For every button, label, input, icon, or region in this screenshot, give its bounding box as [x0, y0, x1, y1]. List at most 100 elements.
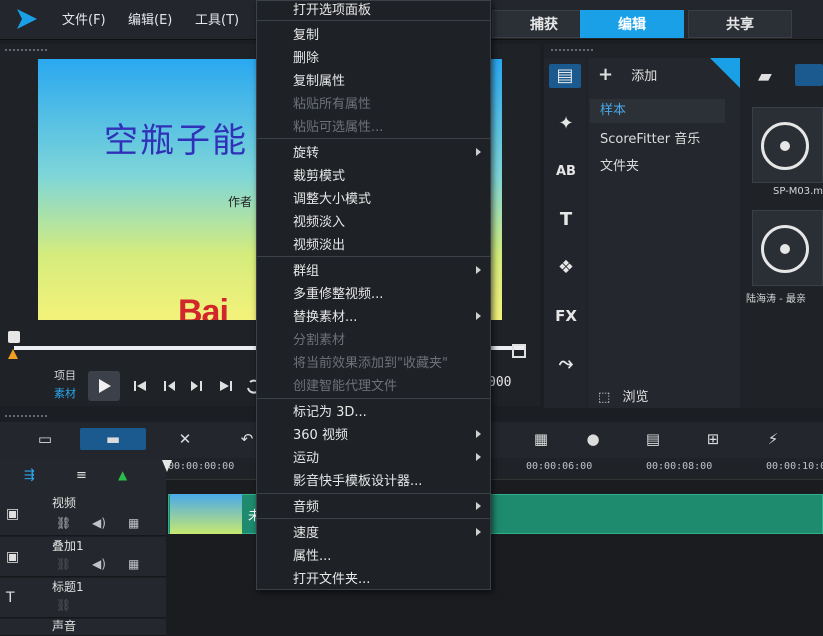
volume-icon[interactable]: ◀)	[92, 516, 106, 530]
submenu-arrow-icon	[476, 148, 481, 156]
add-folder-button[interactable]: + 添加	[598, 64, 657, 85]
next-frame-button[interactable]	[186, 376, 206, 396]
instant-project-icon[interactable]: ✦	[554, 112, 578, 136]
menu-edit[interactable]: 编辑(E)	[128, 9, 172, 28]
go-to-start-button[interactable]	[130, 376, 150, 396]
audio-disc-icon	[761, 122, 809, 170]
tab-share[interactable]: 共享	[688, 10, 792, 38]
mode-project[interactable]: 项目	[54, 367, 76, 383]
context-menu-item[interactable]: 视频淡入	[293, 211, 345, 230]
library-grip[interactable]	[550, 48, 594, 52]
clip-thumbnail	[170, 494, 242, 534]
step-forward-icon	[191, 381, 202, 391]
context-menu-item[interactable]: 影音快手模板设计器...	[293, 470, 422, 489]
track-video[interactable]: ▣ 视频 ⛓ ◀) ▦	[0, 494, 166, 536]
context-menu-item[interactable]: 裁剪模式	[293, 165, 345, 184]
context-menu-item[interactable]: 替换素材...	[293, 306, 357, 325]
overlay-track-icon: ▣	[6, 549, 20, 565]
context-menu-item[interactable]: 复制	[293, 24, 319, 43]
menu-file[interactable]: 文件(F)	[62, 9, 106, 28]
volume-icon[interactable]: ◀)	[92, 557, 106, 571]
context-menu-item[interactable]: 标记为 3D...	[293, 401, 367, 420]
context-menu-item[interactable]: 复制属性	[293, 70, 345, 89]
scrub-handle[interactable]	[8, 331, 20, 343]
split-screen-button[interactable]: ⊞	[700, 428, 726, 450]
subtitle-button[interactable]: ▤	[640, 428, 666, 450]
app-window: 文件(F) 编辑(E) 工具(T) 捕获 编辑 共享 空瓶子能 作者 Bai 项…	[0, 0, 823, 636]
track-overlay[interactable]: ▣ 叠加1 ⛓ ◀) ▦	[0, 537, 166, 577]
mode-clip[interactable]: 素材	[54, 385, 76, 401]
library-item-sample[interactable]: 样本	[590, 99, 725, 123]
marker-icon[interactable]: ▲	[118, 468, 127, 482]
link-icon[interactable]: ⛓	[56, 598, 71, 612]
multicam-button[interactable]: ▦	[528, 428, 554, 450]
import-folder-icon[interactable]: ▰	[758, 66, 772, 87]
context-menu-item: 粘贴可选属性...	[293, 120, 384, 135]
context-menu: 打开选项面板 复制 删除 复制属性 粘贴所有属性 粘贴可选属性... 旋转 裁剪模式 调整大小模…	[256, 0, 491, 590]
track-manager-icon[interactable]: ⇶	[24, 468, 35, 483]
add-remove-chapter-icon[interactable]: ≡	[76, 468, 87, 483]
browse-button[interactable]: ⬚ 浏览	[598, 386, 648, 405]
storyboard-view-button[interactable]: ▭	[32, 428, 58, 450]
playhead[interactable]	[162, 460, 172, 472]
context-menu-item[interactable]: 调整大小模式	[293, 188, 371, 207]
play-button[interactable]	[88, 371, 120, 401]
link-icon[interactable]: ⛓	[56, 557, 71, 571]
context-menu-item[interactable]: 速度	[293, 522, 319, 541]
timeline-view-button[interactable]: ▬	[80, 428, 146, 450]
panel-grip[interactable]	[4, 48, 48, 52]
media-thumb-1[interactable]	[752, 107, 823, 183]
ripple-icon[interactable]: ▦	[128, 557, 139, 571]
timeline-grip[interactable]	[4, 414, 48, 418]
trim-marker-icon[interactable]	[8, 349, 18, 359]
context-menu-item[interactable]: 旋转	[293, 142, 319, 161]
pin-icon[interactable]	[710, 58, 740, 88]
snapshot-button[interactable]	[510, 342, 530, 362]
menu-separator	[257, 138, 490, 139]
context-menu-item[interactable]: 多重修整视频...	[293, 283, 383, 302]
menu-tools[interactable]: 工具(T)	[195, 9, 239, 28]
context-menu-item[interactable]: 打开选项面板	[293, 0, 371, 18]
ruler-tick: 00:00:08:00	[646, 461, 713, 472]
context-menu-item[interactable]: 群组	[293, 260, 319, 279]
app-logo-icon	[17, 9, 37, 29]
submenu-arrow-icon	[476, 266, 481, 274]
track-overlay-name: 叠加1	[52, 539, 84, 553]
context-menu-item[interactable]: 属性...	[293, 545, 331, 564]
transition-icon[interactable]: AB	[554, 160, 578, 184]
link-icon[interactable]: ⛓	[56, 516, 71, 530]
submenu-arrow-icon	[476, 312, 481, 320]
motion-button[interactable]: ⚡	[760, 428, 786, 450]
add-label: 添加	[631, 69, 658, 84]
context-menu-item[interactable]: 360 视频	[293, 424, 348, 443]
step-back-icon	[164, 381, 175, 391]
media-thumb-2-label: 陆海涛 - 最亲	[746, 294, 806, 305]
media-category-icon[interactable]: ▤	[549, 64, 581, 88]
context-menu-item[interactable]: 音频	[293, 496, 319, 515]
snapshot-icon	[512, 344, 526, 358]
context-menu-item[interactable]: 删除	[293, 47, 319, 66]
previous-frame-button[interactable]	[160, 376, 180, 396]
go-to-end-button[interactable]	[216, 376, 236, 396]
fx-icon[interactable]: FX	[554, 304, 578, 328]
track-voice[interactable]: 声音	[0, 619, 166, 636]
context-menu-item[interactable]: 视频淡出	[293, 234, 345, 253]
library-item-folder[interactable]: 文件夹	[600, 155, 639, 174]
library-item-scorefitter[interactable]: ScoreFitter 音乐	[600, 128, 700, 147]
mask-button[interactable]: ●	[580, 428, 606, 450]
context-menu-item[interactable]: 运动	[293, 447, 319, 466]
tab-edit[interactable]: 编辑	[580, 10, 684, 38]
timecode-display[interactable]: 000	[488, 375, 511, 390]
submenu-arrow-icon	[476, 453, 481, 461]
view-toggle-button[interactable]	[795, 64, 823, 86]
media-thumb-2[interactable]	[752, 210, 823, 286]
ruler-tick: 00:00:00:00	[168, 461, 235, 472]
context-menu-item[interactable]: 打开文件夹...	[293, 568, 370, 587]
track-title[interactable]: T 标题1 ⛓	[0, 578, 166, 618]
ripple-icon[interactable]: ▦	[128, 516, 139, 530]
title-icon[interactable]: T	[554, 208, 578, 232]
skip-start-icon	[134, 381, 146, 391]
graphics-icon[interactable]: ❖	[554, 256, 578, 280]
path-icon[interactable]: ⤳	[554, 352, 578, 376]
tools-button[interactable]: ✕	[172, 428, 198, 450]
